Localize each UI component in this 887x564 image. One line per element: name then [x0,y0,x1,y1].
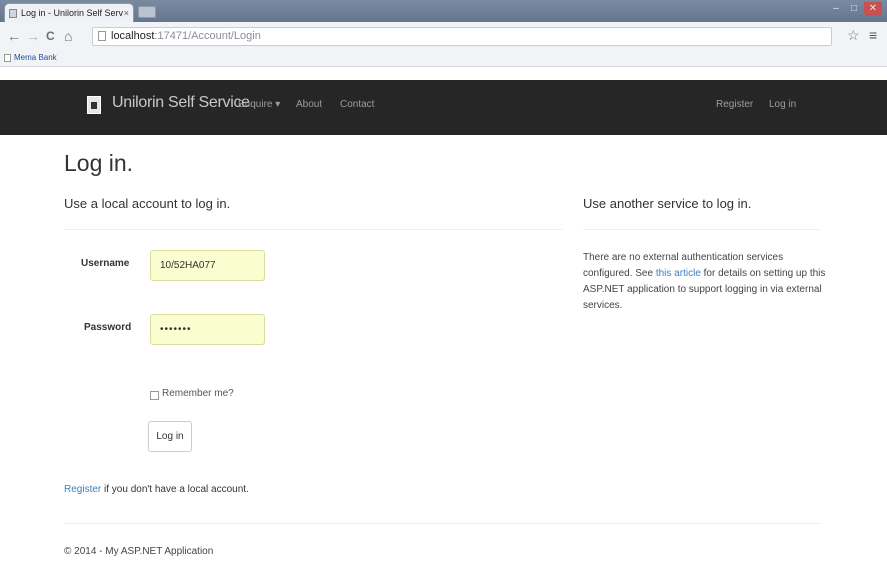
tab-close-icon[interactable]: × [124,4,129,22]
external-info: There are no external authentication ser… [583,250,828,314]
nav-enquire[interactable]: Enquire ▾ [238,99,280,110]
password-label: Password [84,322,132,333]
remember-me-checkbox[interactable] [150,391,159,400]
article-link[interactable]: this article [656,268,701,279]
url-path: :17471/Account/Login [154,30,261,42]
external-divider [583,229,820,230]
page-title: Log in. [64,150,134,176]
bookmark-star-icon[interactable]: ☆ [847,27,860,44]
maximize-icon[interactable]: □ [846,2,862,16]
page-favicon-icon [9,9,17,18]
external-see: See [635,268,656,279]
footer-text: © 2014 - My ASP.NET Application [64,546,214,557]
brand-link[interactable]: Unilorin Self Service [112,94,250,112]
register-line: Register if you don't have a local accou… [64,484,249,495]
username-field[interactable]: 10/52HA077 [150,250,265,281]
nav-contact[interactable]: Contact [340,99,374,110]
register-link[interactable]: Register [64,484,101,495]
remember-me-label[interactable]: Remember me? [162,388,234,399]
footer-divider [64,523,820,524]
page-icon [98,31,106,41]
nav-about[interactable]: About [296,99,322,110]
url-host: localhost [111,30,155,42]
divider [64,229,562,230]
address-bar[interactable]: localhost:17471/Account/Login [92,27,832,46]
register-suffix: if you don't have a local account. [101,484,249,495]
minimize-icon[interactable]: – [828,2,844,16]
home-icon[interactable]: ⌂ [64,27,72,45]
username-label: Username [81,258,130,269]
password-field[interactable]: ••••••• [150,314,265,345]
external-heading: Use another service to log in. [583,196,752,211]
bookmark-page-icon [4,54,11,62]
brand-logo-icon[interactable] [87,96,101,114]
nav-login[interactable]: Log in [769,99,796,110]
bookmarks-bar: Mema Bank [0,50,887,67]
chrome-menu-icon[interactable]: ≡ [869,27,877,43]
close-window-icon[interactable]: ✕ [864,2,882,16]
bookmark-item[interactable]: Mema Bank [14,50,57,66]
tab-title: Log in - Unilorin Self Serv [21,8,124,18]
back-icon[interactable]: ← [7,27,21,45]
local-account-heading: Use a local account to log in. [64,196,231,211]
nav-register[interactable]: Register [716,99,753,110]
new-tab-button[interactable] [138,6,156,18]
browser-tab[interactable]: Log in - Unilorin Self Serv × [4,3,134,22]
login-button[interactable]: Log in [148,421,192,452]
forward-icon[interactable]: → [26,27,40,45]
reload-icon[interactable]: C [46,27,55,45]
